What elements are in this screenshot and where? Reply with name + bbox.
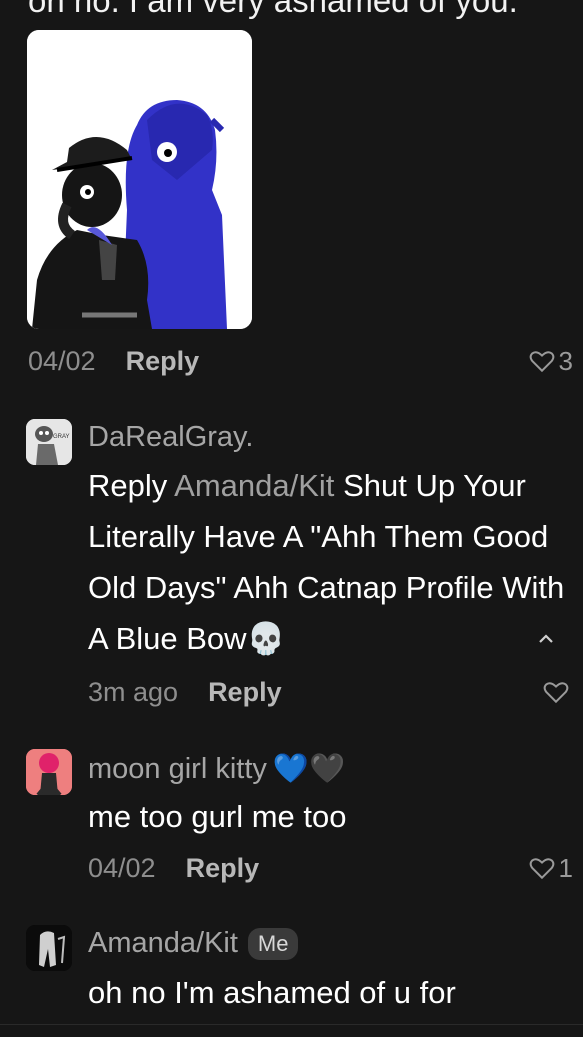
username[interactable]: Amanda/Kit Me [88,927,299,960]
comment-text: oh no I'm ashamed of u for [88,975,456,1010]
comment-image[interactable] [27,30,252,329]
avatar-image: GRAY [26,419,72,465]
heart-icon [543,682,569,704]
avatar[interactable] [26,925,72,971]
username[interactable]: moon girl kitty 💙🖤 [88,752,345,786]
comment-meta: 04/02 Reply [88,851,259,885]
reply-button[interactable]: Reply [208,677,282,708]
chevron-up-icon[interactable] [537,633,555,645]
timestamp: 04/02 [28,345,96,376]
avatar-image [26,749,72,795]
heart-icon [529,858,554,880]
username-text: moon girl kitty [88,752,267,785]
timestamp: 04/02 [88,852,156,883]
like-count: 1 [558,852,573,883]
svg-text:GRAY: GRAY [53,434,70,440]
timestamp: 3m ago [88,676,179,707]
avatar-image [26,925,72,971]
avatar[interactable] [26,749,72,795]
comment-text: me too gurl me too [88,799,347,834]
heart-icon [529,351,554,373]
avatar[interactable]: GRAY [26,419,72,465]
reply-button[interactable]: Reply [186,853,260,884]
username[interactable]: DaRealGray. [88,421,253,454]
me-badge: Me [247,927,299,960]
heart-emojis: 💙🖤 [272,753,346,785]
like-button[interactable] [543,675,573,709]
comment-text: Reply Amanda/Kit Shut Up Your Literally … [88,460,568,664]
like-button[interactable]: 3 [529,344,573,378]
divider [0,1024,583,1025]
mention-link[interactable]: Amanda/Kit [174,468,334,503]
like-button[interactable]: 1 [529,851,573,885]
drawing-image [27,30,252,329]
reply-prefix: Reply [88,468,168,503]
skull-emoji: 💀 [246,621,286,656]
comment-meta: 3m ago Reply [88,675,282,709]
like-count: 3 [558,345,573,376]
previous-comment-text: oh no. I am very ashamed of you. [28,0,518,19]
username-text: Amanda/Kit [88,927,238,959]
comment-meta: 04/02 Reply [28,344,199,378]
reply-button[interactable]: Reply [126,346,200,377]
